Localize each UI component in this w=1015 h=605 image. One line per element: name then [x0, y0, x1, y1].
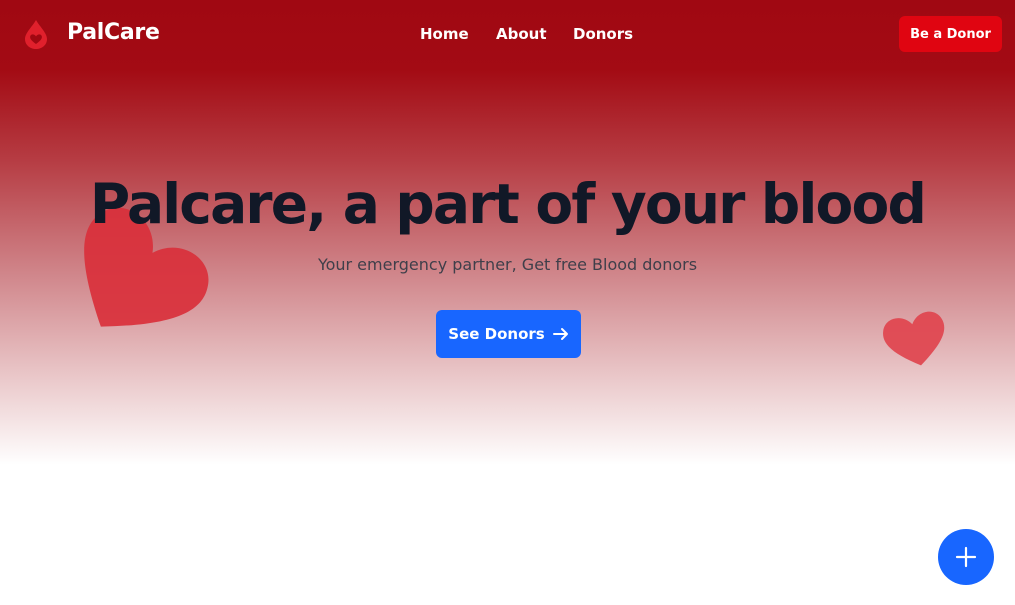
- nav-link-home[interactable]: Home: [420, 25, 469, 43]
- nav-link-about[interactable]: About: [496, 25, 547, 43]
- hero-section: PalCare Home About Donors Be a Donor Pal…: [0, 0, 1015, 470]
- see-donors-label: See Donors: [448, 325, 545, 343]
- heart-icon: [883, 311, 945, 366]
- blood-drop-heart-icon[interactable]: [22, 18, 50, 50]
- hero-subline: Your emergency partner, Get free Blood d…: [317, 255, 698, 274]
- plus-icon: [955, 546, 977, 568]
- see-donors-button[interactable]: See Donors: [436, 310, 581, 358]
- be-a-donor-button[interactable]: Be a Donor: [899, 16, 1002, 52]
- arrow-right-icon: [552, 328, 568, 340]
- top-nav: PalCare Home About Donors Be a Donor: [0, 0, 1015, 70]
- brand-name[interactable]: PalCare: [67, 20, 160, 45]
- hero-headline: Palcare, a part of your blood: [89, 172, 927, 236]
- nav-link-donors[interactable]: Donors: [573, 25, 633, 43]
- add-fab-button[interactable]: [938, 529, 994, 585]
